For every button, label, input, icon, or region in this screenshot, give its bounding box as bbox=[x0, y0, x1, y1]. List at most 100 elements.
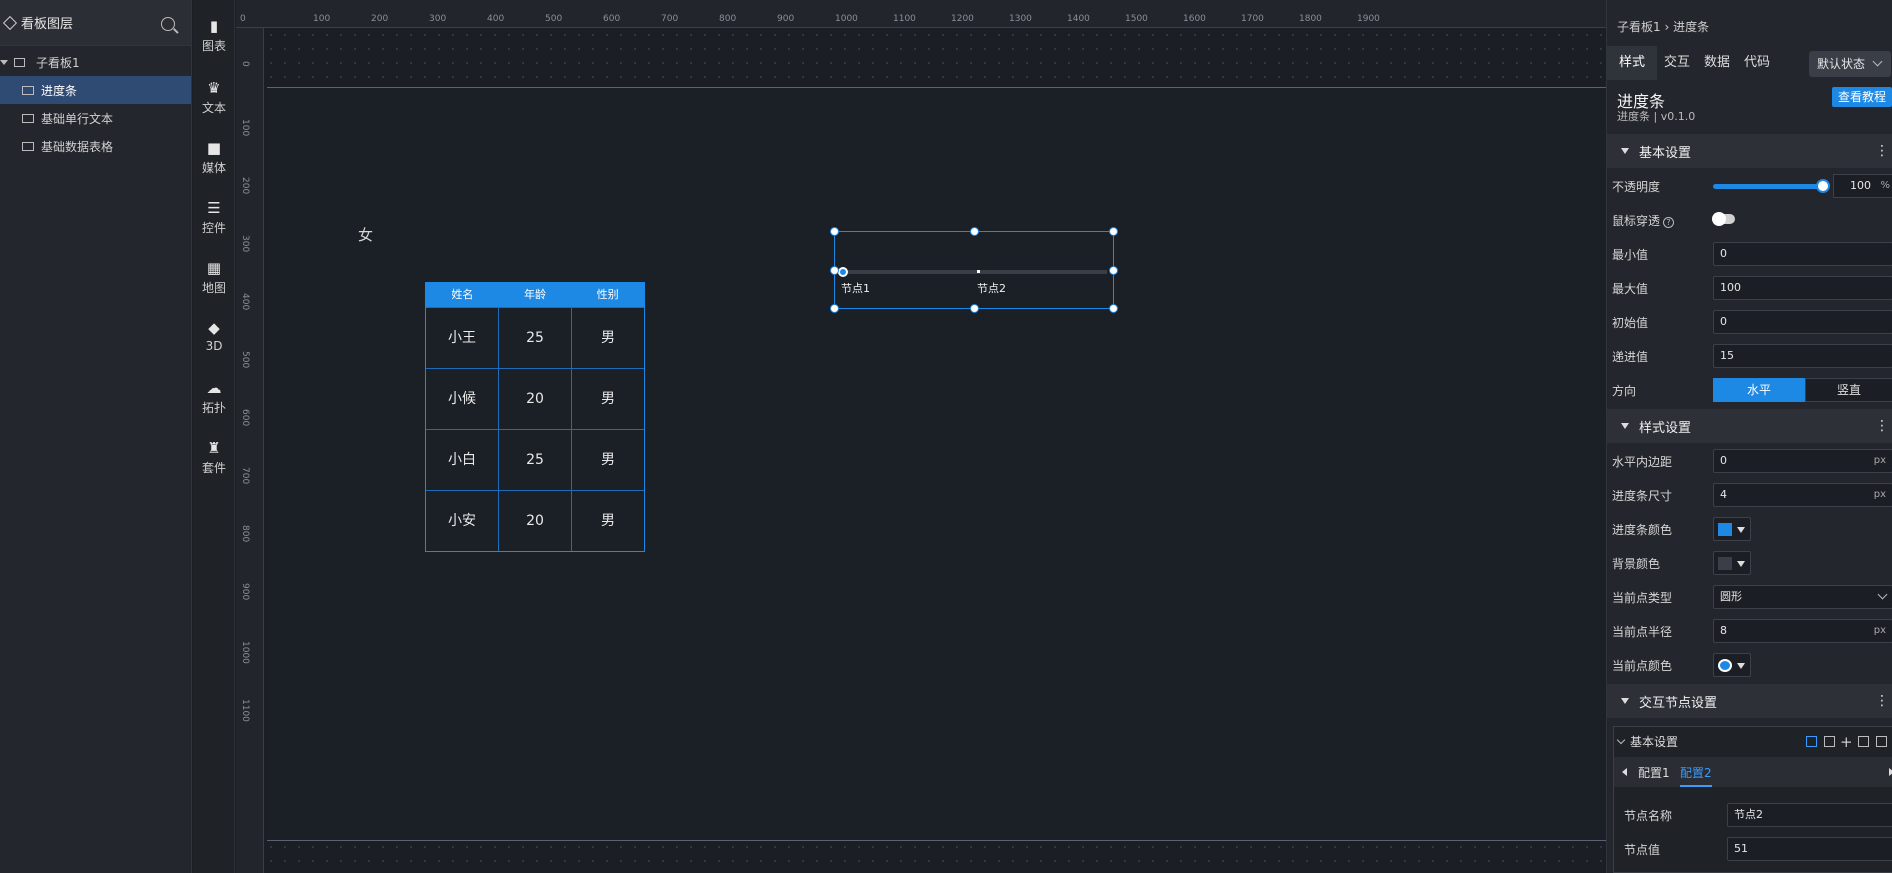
ruler-tick-label: 1800 bbox=[1299, 14, 1322, 24]
unit-label: px bbox=[1873, 489, 1886, 500]
section-title: 交互节点设置 bbox=[1639, 695, 1718, 711]
tree-item-table[interactable]: 基础数据表格 bbox=[0, 132, 191, 160]
ruler-tick-label: 1300 bbox=[1009, 14, 1032, 24]
tab-interaction[interactable]: 交互 bbox=[1664, 46, 1690, 80]
bg-color-picker[interactable] bbox=[1713, 551, 1751, 575]
component-version: 进度条 | v0.1.0 bbox=[1617, 110, 1696, 123]
resize-handle[interactable] bbox=[1109, 266, 1118, 275]
init-row: 初始值 0 bbox=[1607, 308, 1892, 336]
tab-config2[interactable]: 配置2 bbox=[1680, 764, 1712, 787]
data-table[interactable]: 姓名 年龄 性别 小王 25 男 小候 20 男 小白 25 男 小安 20 男 bbox=[425, 282, 645, 552]
opacity-row: 不透明度 100% bbox=[1607, 172, 1892, 200]
tab-data[interactable]: 数据 bbox=[1704, 46, 1730, 80]
ruler-tick-label: 500 bbox=[240, 351, 250, 369]
prop-label: 最大值 bbox=[1612, 282, 1649, 296]
point-type-select[interactable]: 圆形 bbox=[1713, 585, 1892, 609]
point-radius-input[interactable]: 8 px bbox=[1713, 619, 1892, 643]
tab-config1[interactable]: 配置1 bbox=[1638, 764, 1670, 781]
prop-label: 水平内边距 bbox=[1612, 455, 1673, 469]
more-icon[interactable]: ⋮ bbox=[1875, 143, 1889, 159]
copy-icon[interactable] bbox=[1858, 736, 1869, 747]
tool-map[interactable]: ▦ 地图 bbox=[193, 260, 235, 296]
tool-control[interactable]: ☰ 控件 bbox=[193, 200, 235, 236]
delete-icon[interactable] bbox=[1876, 736, 1887, 747]
tool-topology[interactable]: ☁ 拓扑 bbox=[193, 380, 235, 416]
tab-style[interactable]: 样式 bbox=[1607, 46, 1658, 80]
breadcrumb[interactable]: 子看板1 › 进度条 bbox=[1617, 18, 1709, 35]
node-value-input[interactable]: 51 bbox=[1727, 837, 1892, 861]
tool-3d[interactable]: ◆ 3D bbox=[193, 320, 235, 353]
chevron-down-icon bbox=[1877, 589, 1888, 600]
tool-media[interactable]: ■ 媒体 bbox=[193, 140, 235, 176]
resize-handle[interactable] bbox=[830, 266, 839, 275]
node-config-header[interactable]: 基本设置 + bbox=[1614, 727, 1892, 757]
arrow-left-icon[interactable] bbox=[1622, 768, 1627, 776]
hpad-row: 水平内边距 0 px bbox=[1607, 447, 1892, 475]
prop-label: 鼠标穿透? bbox=[1612, 212, 1675, 229]
opacity-input[interactable]: 100% bbox=[1833, 174, 1892, 198]
node-name-input[interactable]: 节点2 bbox=[1727, 803, 1892, 827]
chevron-down-icon bbox=[1616, 735, 1626, 745]
tree-item-label: 基础单行文本 bbox=[41, 111, 114, 126]
progress-bar-component[interactable]: 节点1 节点2 bbox=[830, 227, 1118, 313]
resize-handle[interactable] bbox=[830, 304, 839, 313]
ruler-tick-label: 900 bbox=[240, 583, 250, 601]
size-input[interactable]: 4 px bbox=[1713, 483, 1892, 507]
grid-icon[interactable] bbox=[1824, 736, 1835, 747]
prop-label: 当前点类型 bbox=[1612, 591, 1673, 605]
help-icon[interactable]: ? bbox=[1663, 217, 1675, 228]
section-basic[interactable]: 基本设置 ⋮ bbox=[1607, 134, 1892, 168]
layers-header: 看板图层 bbox=[0, 0, 191, 46]
prop-label: 进度条颜色 bbox=[1612, 523, 1673, 537]
section-style[interactable]: 样式设置 ⋮ bbox=[1607, 409, 1892, 443]
resize-handle[interactable] bbox=[970, 304, 979, 313]
opacity-slider[interactable] bbox=[1713, 184, 1823, 189]
tree-root[interactable]: 子看板1 bbox=[0, 48, 191, 76]
state-select[interactable]: 默认状态 bbox=[1809, 51, 1891, 77]
tool-text[interactable]: ♛ 文本 bbox=[193, 80, 235, 116]
point-color-picker[interactable] bbox=[1713, 653, 1751, 677]
init-input[interactable]: 0 bbox=[1713, 310, 1892, 334]
hpad-input[interactable]: 0 px bbox=[1713, 449, 1892, 473]
add-icon[interactable]: + bbox=[1840, 727, 1853, 757]
ruler-tick-label: 1900 bbox=[1357, 14, 1380, 24]
opacity-slider-handle[interactable] bbox=[1816, 179, 1830, 193]
tool-chart[interactable]: ▮ 图表 bbox=[193, 18, 235, 54]
progress-current-point[interactable] bbox=[838, 267, 848, 277]
max-input[interactable]: 100 bbox=[1713, 276, 1892, 300]
ruler-tick-label: 100 bbox=[313, 14, 331, 24]
resize-handle[interactable] bbox=[1109, 227, 1118, 236]
collapse-icon[interactable] bbox=[0, 59, 8, 65]
resize-handle[interactable] bbox=[830, 227, 839, 236]
tool-label: 图表 bbox=[201, 39, 226, 53]
passthrough-toggle[interactable] bbox=[1712, 212, 1735, 226]
step-input[interactable]: 15 bbox=[1713, 344, 1892, 368]
tool-kit[interactable]: ♜ 套件 bbox=[193, 440, 235, 476]
more-icon[interactable]: ⋮ bbox=[1875, 418, 1889, 434]
single-line-text[interactable]: 女 bbox=[358, 224, 373, 245]
tool-label: 控件 bbox=[201, 221, 226, 235]
image-icon bbox=[22, 85, 34, 95]
section-nodes[interactable]: 交互节点设置 ⋮ bbox=[1607, 684, 1892, 718]
layout-icon[interactable] bbox=[1806, 736, 1817, 747]
ruler-tick-label: 0 bbox=[240, 14, 246, 24]
node-config-panel: 基本设置 + 配置1 配置2 节点名称 节点2 节点值 51 bbox=[1613, 726, 1892, 873]
chevron-down-icon bbox=[1737, 663, 1745, 669]
color-swatch bbox=[1718, 659, 1732, 672]
progress-track bbox=[843, 270, 1107, 274]
direction-vertical-button[interactable]: 竖直 bbox=[1805, 378, 1892, 402]
resize-handle[interactable] bbox=[970, 227, 979, 236]
direction-horizontal-button[interactable]: 水平 bbox=[1713, 378, 1805, 402]
tree-item-text[interactable]: 基础单行文本 bbox=[0, 104, 191, 132]
min-input[interactable]: 0 bbox=[1713, 242, 1892, 266]
resize-handle[interactable] bbox=[1109, 304, 1118, 313]
ruler-tick-label: 1100 bbox=[893, 14, 916, 24]
search-icon[interactable] bbox=[161, 17, 175, 31]
ruler-left: 0 100 200 300 400 500 600 700 800 900 1000 1100 bbox=[236, 28, 264, 873]
bar-color-picker[interactable] bbox=[1713, 517, 1751, 541]
tab-code[interactable]: 代码 bbox=[1744, 46, 1770, 80]
more-icon[interactable]: ⋮ bbox=[1875, 693, 1889, 709]
tree-item-progress[interactable]: 进度条 bbox=[0, 76, 191, 104]
view-tutorial-button[interactable]: 查看教程 bbox=[1832, 87, 1892, 107]
prop-label: 递进值 bbox=[1612, 350, 1649, 364]
